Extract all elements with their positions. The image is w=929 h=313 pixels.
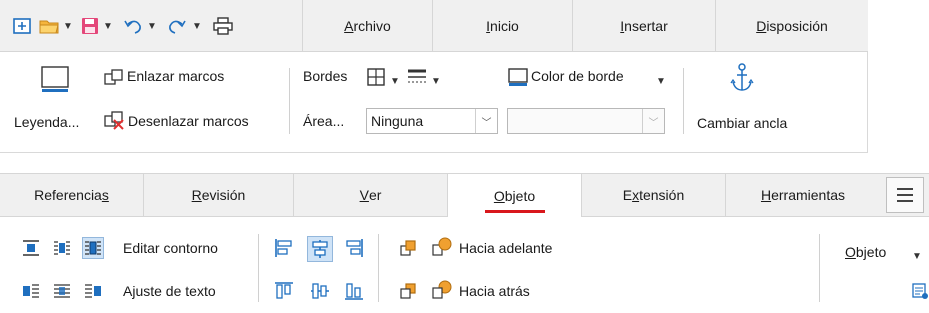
object-dropdown-caret-icon[interactable]: ▼ [912, 246, 922, 262]
border-color-button[interactable]: Color de borde [531, 68, 624, 84]
tab-insertar[interactable]: Insertar [572, 0, 715, 52]
top-tab-row: Archivo Inicio Insertar Disposición [302, 0, 868, 52]
object-dropdown[interactable]: Objeto [845, 244, 886, 260]
borders-icon[interactable] [366, 67, 386, 90]
send-to-back-icon[interactable] [398, 280, 420, 302]
wrap-right-icon[interactable] [82, 280, 104, 302]
bring-forward-button[interactable]: Hacia adelante [459, 240, 552, 256]
border-color-dropdown-icon[interactable]: ▼ [656, 71, 666, 87]
borders-label: Bordes [303, 68, 348, 84]
border-style-icon[interactable] [406, 67, 428, 90]
align-bottom-icon[interactable] [343, 280, 365, 302]
tab-disposicion[interactable]: Disposición [715, 0, 868, 52]
wrap-left-icon[interactable] [20, 280, 42, 302]
wrap-optimal-icon[interactable] [82, 237, 104, 259]
wrap-through-icon[interactable] [51, 280, 73, 302]
tab-revision[interactable]: Revisión [143, 174, 293, 216]
separator [819, 234, 820, 302]
hamburger-menu-icon[interactable] [886, 177, 924, 213]
quick-access-toolbar: ▼ ▼ ▼ ▼ [0, 0, 302, 52]
object-properties-icon[interactable] [912, 282, 929, 303]
undo-icon[interactable] [122, 14, 144, 38]
tab-herramientas[interactable]: Herramientas [725, 174, 880, 216]
align-left-icon[interactable] [273, 237, 295, 259]
redo-icon[interactable] [166, 14, 188, 38]
open-folder-icon[interactable] [38, 14, 60, 38]
tab-inicio[interactable]: Inicio [432, 0, 572, 52]
align-middle-icon[interactable] [309, 280, 331, 302]
unlink-frames-icon[interactable] [104, 110, 126, 135]
area-label[interactable]: Área... [303, 113, 344, 129]
chevron-down-icon: ﹀ [642, 109, 664, 133]
legend-icon[interactable] [40, 64, 70, 97]
save-icon[interactable] [80, 14, 100, 38]
ribbon-panel-top: ▼ ▼ ▼ ▼ Archivo Inicio Insertar Disposic… [0, 0, 868, 153]
bring-to-front-icon[interactable] [398, 237, 420, 259]
text-wrap-button[interactable]: Ajuste de texto [123, 283, 216, 299]
link-frames-button[interactable]: Enlazar marcos [127, 68, 224, 84]
undo-dropdown-icon[interactable]: ▼ [147, 14, 157, 38]
align-top-icon[interactable] [273, 280, 295, 302]
change-anchor-button[interactable]: Cambiar ancla [697, 115, 787, 131]
edit-contour-button[interactable]: Editar contorno [123, 240, 218, 256]
align-right-icon[interactable] [343, 237, 365, 259]
send-backward-icon[interactable] [431, 279, 453, 301]
unlink-frames-button[interactable]: Desenlazar marcos [128, 113, 249, 129]
send-backward-button[interactable]: Hacia atrás [459, 283, 530, 299]
save-dropdown-icon[interactable]: ▼ [103, 14, 113, 38]
chevron-down-icon[interactable]: ﹀ [475, 109, 497, 133]
tab-referencias[interactable]: Referencia s [0, 174, 143, 216]
link-frames-icon[interactable] [104, 69, 124, 90]
open-dropdown-icon[interactable]: ▼ [63, 14, 73, 38]
bottom-tab-row: Referencia s Revisión Ver Objeto Ex tensió… [0, 173, 929, 217]
legend-button[interactable]: Leyenda... [14, 114, 79, 130]
new-document-icon[interactable] [12, 14, 32, 38]
area-fill-select: ﹀ [507, 108, 665, 134]
active-tab-underline [484, 210, 545, 213]
print-icon[interactable] [212, 14, 234, 38]
separator [683, 68, 684, 134]
borders-dropdown-icon[interactable]: ▼ [390, 71, 400, 87]
redo-dropdown-icon[interactable]: ▼ [192, 14, 202, 38]
border-color-icon[interactable] [507, 67, 529, 90]
separator [378, 234, 379, 302]
tab-extension[interactable]: Ex tensión [581, 174, 725, 216]
wrap-parallel-icon[interactable] [51, 237, 73, 259]
tab-ver[interactable]: Ver [293, 174, 447, 216]
tab-objeto[interactable]: Objeto [447, 174, 581, 217]
separator [258, 234, 259, 302]
border-style-dropdown-icon[interactable]: ▼ [431, 71, 441, 87]
area-select[interactable]: Ninguna ﹀ [366, 108, 498, 134]
anchor-icon[interactable] [730, 62, 754, 97]
separator [289, 68, 290, 134]
tab-archivo[interactable]: Archivo [302, 0, 432, 52]
wrap-none-icon[interactable] [20, 237, 42, 259]
bring-forward-icon[interactable] [431, 236, 453, 258]
align-center-icon[interactable] [307, 236, 333, 262]
